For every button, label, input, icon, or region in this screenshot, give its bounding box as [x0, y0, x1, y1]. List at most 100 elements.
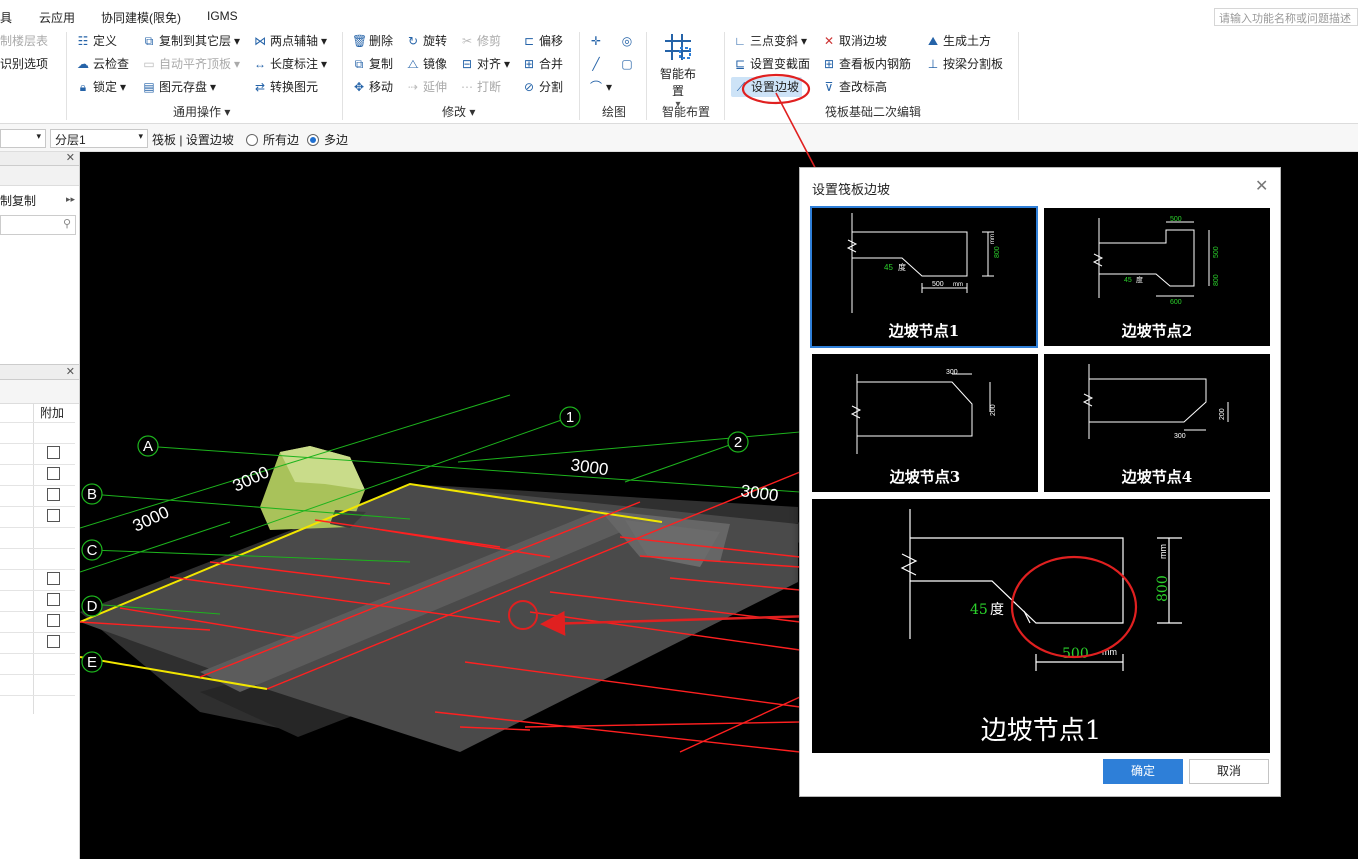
search-input[interactable]: 请输入功能名称或问题描述 — [1214, 8, 1358, 26]
radio-multi-edges[interactable]: 多边 — [307, 131, 348, 148]
menu-cloud[interactable]: 云应用 — [39, 9, 75, 26]
recog-options-label: 识别选项 — [0, 57, 49, 71]
slope-node-3[interactable]: 300 200 边坡节点3 — [812, 354, 1038, 492]
preview-diagram: 45 度 500 mm 800 mm 边坡节点1 — [900, 509, 1182, 746]
chevron-down-icon: ▾ — [234, 57, 241, 71]
draw-rect-button[interactable]: ▢ — [620, 54, 634, 74]
split-button[interactable]: ⊘ 分割 — [522, 77, 563, 97]
draw-circle-button[interactable]: ◎ — [620, 31, 634, 51]
radio-all-edges[interactable]: 所有边 — [246, 131, 299, 148]
earthwork-icon: ⛰︎ — [927, 34, 939, 48]
merge-label: 合并 — [539, 57, 564, 71]
lock-label: 锁定 — [93, 80, 118, 94]
lock-icon: 🔒︎ — [79, 80, 87, 94]
property-checkbox[interactable] — [47, 446, 60, 459]
axis-label-d: D — [87, 598, 98, 615]
ribbon: 制楼层表 识别选项 ☷ 定义 ☁ 云检查 🔒︎ 锁定 ▾ ⧉ 复制到其它层 ▾ ▭ 自动平齐顶… — [0, 28, 1358, 124]
preview-height-unit: mm — [1158, 544, 1168, 559]
floor-table-button[interactable]: 制楼层表 — [0, 31, 48, 51]
dimension-label: 3000 — [569, 455, 609, 479]
property-checkbox[interactable] — [47, 467, 60, 480]
cancel-slope-button[interactable]: ✕ 取消边坡 — [822, 31, 887, 51]
chevron-down-icon: ▾ — [120, 80, 127, 94]
delete-icon: 🗑︎ — [352, 34, 368, 48]
delete-button[interactable]: 🗑︎ 删除 — [352, 31, 393, 51]
node1-height: 800 — [994, 246, 1001, 258]
move-label: 移动 — [369, 80, 394, 94]
close-icon[interactable]: ✕ — [66, 151, 75, 164]
trim-button[interactable]: ✂ 修剪 — [460, 31, 501, 51]
breadcrumb: 筏板 | 设置边坡 — [152, 131, 234, 148]
slope-node-2[interactable]: 500 45 度 600 500 800 边坡节点2 — [1044, 208, 1270, 346]
divider — [1018, 32, 1019, 120]
define-icon: ☷ — [77, 34, 89, 48]
cancel-slope-icon: ✕ — [823, 34, 835, 48]
recog-options-button[interactable]: 识别选项 — [0, 54, 48, 74]
close-icon[interactable]: ✕ — [1255, 176, 1268, 196]
mirror-button[interactable]: ⧍ 镜像 — [406, 54, 447, 74]
change-elev-label: 查改标高 — [839, 80, 888, 94]
draw-arc-button[interactable]: ⌒ ▾ — [589, 77, 612, 97]
panel-header: ✕ — [0, 152, 79, 166]
rotate-button[interactable]: ↻ 旋转 — [406, 31, 447, 51]
cancel-button[interactable]: 取消 — [1189, 759, 1269, 784]
break-button[interactable]: ⋯ 打断 — [460, 77, 501, 97]
slope-node-4[interactable]: 300 200 边坡节点4 — [1044, 354, 1270, 492]
extend-button[interactable]: ⇢ 延伸 — [406, 77, 447, 97]
view-rebar-button[interactable]: ⊞ 查看板内钢筋 — [822, 54, 911, 74]
chevron-down-icon: ▾ — [801, 34, 808, 48]
set-var-section-button[interactable]: ⊑ 设置变截面 — [733, 54, 810, 74]
copy-to-other-floor-button[interactable]: ⧉ 复制到其它层 ▾ — [142, 31, 240, 51]
view-rebar-label: 查看板内钢筋 — [839, 57, 912, 71]
node1-height-unit: mm — [990, 234, 996, 244]
property-checkbox[interactable] — [47, 635, 60, 648]
copy-label: 复制 — [369, 57, 394, 71]
ok-button[interactable]: 确定 — [1103, 759, 1183, 784]
secondary-toolbar: ▾ 分层1 ▾ 筏板 | 设置边坡 所有边 多边 — [0, 124, 1358, 152]
chevron-down-icon: ▾ — [234, 34, 241, 48]
property-toolbar — [0, 380, 79, 404]
menu-tools[interactable]: 具 — [0, 9, 12, 26]
align-icon: ⊟ — [461, 57, 473, 71]
convert-element-button[interactable]: ⇄ 转换图元 — [253, 77, 318, 97]
property-checkbox[interactable] — [47, 614, 60, 627]
cloud-check-button[interactable]: ☁ 云检查 — [76, 54, 129, 74]
property-checkbox[interactable] — [47, 572, 60, 585]
change-elev-button[interactable]: ⊽ 查改标高 — [822, 77, 887, 97]
crumb-command: 设置边坡 — [185, 133, 234, 147]
group-draw-label: 绘图 — [602, 105, 627, 119]
move-button[interactable]: ✥ 移动 — [352, 77, 393, 97]
copy-link[interactable]: 制复制 — [0, 192, 36, 209]
menu-igms[interactable]: IGMS — [207, 9, 238, 23]
row-divider — [0, 527, 75, 528]
two-point-axis-button[interactable]: ⋈ 两点辅轴 ▾ — [253, 31, 327, 51]
layer-combo[interactable]: 分层1 ▾ — [50, 129, 148, 148]
element-save-button[interactable]: ▤ 图元存盘 ▾ — [142, 77, 216, 97]
menu-collab[interactable]: 协同建模(限免) — [101, 9, 181, 26]
split-by-beam-button[interactable]: ⊥ 按梁分割板 — [926, 54, 1003, 74]
panel-search-input[interactable]: ⚲ — [0, 215, 76, 235]
smart-layout-button[interactable]: 智能布置 ▾ — [655, 32, 701, 110]
align-button[interactable]: ⊟ 对齐 ▾ — [460, 54, 510, 74]
copy-button[interactable]: ⧉ 复制 — [352, 54, 393, 74]
auto-flat-button[interactable]: ▭ 自动平齐顶板 ▾ — [142, 54, 240, 74]
offset-button[interactable]: ⊏ 偏移 — [522, 31, 563, 51]
draw-line-button[interactable]: ╱ — [589, 54, 603, 74]
cloud-check-icon: ☁ — [77, 57, 89, 71]
slope-node-1[interactable]: 45 度 500 mm 800 mm 边坡节点1 — [810, 206, 1038, 348]
three-point-slope-button[interactable]: ∟ 三点变斜 ▾ — [733, 31, 807, 51]
floor-combo[interactable]: ▾ — [0, 129, 46, 148]
property-checkbox[interactable] — [47, 593, 60, 606]
define-button[interactable]: ☷ 定义 — [76, 31, 117, 51]
length-mark-button[interactable]: ↔ 长度标注 ▾ — [253, 54, 327, 74]
search-icon: ⚲ — [62, 218, 71, 230]
draw-point-button[interactable]: ✛ — [589, 31, 603, 51]
merge-button[interactable]: ⊞ 合并 — [522, 54, 563, 74]
property-checkbox[interactable] — [47, 488, 60, 501]
gen-earthwork-button[interactable]: ⛰︎ 生成土方 — [926, 31, 991, 51]
expand-icon[interactable]: ▸▸ — [66, 194, 75, 205]
property-checkbox[interactable] — [47, 509, 60, 522]
lock-button[interactable]: 🔒︎ 锁定 ▾ — [76, 77, 126, 97]
floor-table-label: 制楼层表 — [0, 34, 49, 48]
close-icon[interactable]: ✕ — [66, 365, 75, 378]
